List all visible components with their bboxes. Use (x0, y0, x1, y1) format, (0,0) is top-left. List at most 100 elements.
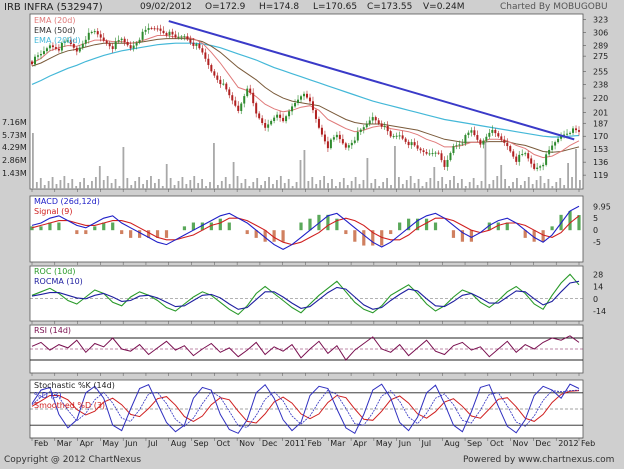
candle-body (536, 167, 539, 169)
candle-body (473, 130, 476, 136)
volume-bar (134, 181, 137, 189)
candle-body (386, 125, 389, 132)
legend-rocma: ROCMA (10) (34, 277, 83, 286)
volume-bar (63, 176, 66, 189)
candle-body (347, 145, 350, 148)
volume-bar (346, 185, 349, 189)
candle-body (102, 37, 105, 41)
candle-body (93, 31, 96, 33)
macd-histogram-bar (568, 211, 572, 231)
candle-body (156, 28, 159, 30)
volume-bar (441, 177, 444, 189)
candle-body (422, 150, 425, 152)
candle-body (497, 133, 500, 137)
candle-body (279, 114, 282, 118)
candle-body (575, 128, 578, 131)
candle-body (48, 45, 51, 49)
candle-body (171, 31, 174, 35)
candle-body (395, 135, 398, 137)
x-tick-label: Oct (490, 439, 504, 448)
volume-bar (83, 178, 85, 189)
volume-bar (425, 182, 428, 189)
candle-body (392, 136, 395, 138)
volume-bar (382, 182, 385, 189)
roc-tick-label: 28 (593, 270, 603, 279)
candle-body (45, 48, 48, 52)
volume-bar (327, 183, 329, 189)
macd-histogram-bar (245, 230, 249, 235)
candle-body (216, 75, 219, 80)
volume-bar (401, 184, 404, 189)
candle-body (270, 121, 273, 125)
volume-bar (102, 180, 105, 189)
candle-body (518, 154, 521, 162)
x-tick-label: Dec (535, 439, 550, 448)
candle-body (225, 83, 228, 90)
candle-body (252, 92, 255, 104)
chart-frame: 323 306 289 275 255 238 220 201187 170 153 136 119 7… (0, 0, 624, 469)
volume-bar (374, 179, 377, 189)
candle-body (305, 93, 308, 98)
volume-tick-label: 1.43M (2, 169, 27, 178)
volume-bar (209, 182, 211, 189)
volume-bar (295, 182, 298, 189)
volume-bar (303, 150, 306, 189)
candle-body (311, 101, 314, 111)
candle-body (78, 47, 81, 52)
macd-histogram-bar (182, 226, 187, 231)
candle-body (177, 36, 180, 38)
volume-bar (32, 133, 34, 189)
volume-bar (213, 143, 215, 189)
candle-body (81, 43, 84, 48)
volume-bar (279, 176, 282, 189)
candle-body (512, 151, 515, 157)
candle-body (39, 54, 42, 56)
volume-tick-label: 7.16M (2, 118, 27, 127)
candle-body (159, 28, 162, 31)
volume-bar (75, 186, 78, 189)
roc-panel (29, 265, 584, 322)
volume-bar (47, 181, 50, 189)
volume-tick-label: 2.86M (2, 156, 27, 165)
volume-bar (358, 184, 361, 189)
candle-body (434, 152, 437, 154)
legend-ema20: EMA (20d) (34, 16, 75, 25)
candle-body (297, 99, 300, 104)
volume-bar (417, 179, 420, 189)
volume-bar (157, 179, 160, 189)
candle-body (231, 95, 234, 101)
candle-body (114, 41, 117, 49)
volume-bar (323, 176, 326, 189)
legend-stochastic-d: %D (3) (34, 391, 62, 400)
candle-body (320, 127, 323, 135)
volume-bar (146, 180, 148, 189)
volume-bar (248, 186, 251, 189)
candle-body (33, 56, 36, 65)
candle-body (294, 103, 297, 107)
candle-body (285, 116, 288, 122)
roc-tick-label: -14 (593, 307, 606, 316)
volume-bar (405, 180, 408, 189)
candle-body (288, 111, 291, 117)
volume-bar (264, 181, 266, 189)
candle-body (380, 123, 383, 127)
macd-tick-label: 0 (593, 226, 598, 235)
candle-body (141, 31, 144, 40)
volume-bar (567, 163, 569, 189)
candle-body (186, 36, 189, 40)
macd-tick-label: 9.95 (593, 202, 611, 211)
volume-bar (287, 179, 290, 189)
volume-bar (397, 177, 400, 189)
x-tick-label: 2011 (285, 439, 305, 448)
candle-body (135, 42, 138, 46)
volume-bar (122, 147, 125, 189)
candle-body (99, 34, 102, 38)
candle-body (491, 129, 494, 133)
volume-bar (476, 185, 479, 189)
candle-body (374, 117, 377, 121)
volume-bar (130, 185, 133, 189)
volume-bar (543, 183, 546, 189)
candle-body (123, 38, 126, 42)
candle-body (458, 144, 461, 146)
macd-histogram-bar (344, 230, 348, 235)
